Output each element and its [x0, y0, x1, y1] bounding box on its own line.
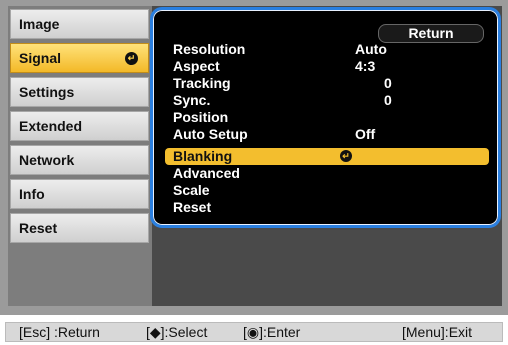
- menu-item-label: Scale: [173, 182, 210, 198]
- menu-item-auto-setup[interactable]: Auto Setup Off: [165, 126, 489, 143]
- menu-item-label: Position: [173, 109, 229, 125]
- menu-item-blanking[interactable]: Blanking ↵: [165, 148, 489, 165]
- menu-item-value: Off: [355, 126, 376, 142]
- key-guide-bar: [Esc] :Return [◆]:Select [◉]:Enter [Menu…: [0, 318, 508, 345]
- menu-item-reset[interactable]: Reset: [165, 199, 489, 216]
- menu-item-value: Auto: [355, 41, 387, 57]
- projector-menu: Image Signal ↵ Settings Extended Network …: [0, 0, 508, 315]
- menu-item-tracking[interactable]: Tracking 0: [165, 75, 489, 92]
- menu-item-label: Reset: [173, 199, 212, 215]
- menu-item-sync[interactable]: Sync. 0: [165, 92, 489, 109]
- menu-item-aspect[interactable]: Aspect 4:3: [165, 58, 489, 75]
- tab-signal[interactable]: Signal ↵: [10, 43, 149, 73]
- tab-signal-label: Signal: [19, 50, 62, 66]
- tab-settings-label: Settings: [19, 84, 75, 100]
- esc-return-hint: [Esc] :Return: [19, 324, 100, 340]
- enter-hint: [◉]:Enter: [243, 324, 301, 340]
- menu-item-label: Aspect: [173, 58, 220, 74]
- menu-item-resolution[interactable]: Resolution Auto: [165, 41, 489, 58]
- tab-settings[interactable]: Settings: [10, 77, 149, 107]
- menu-item-label: Sync.: [173, 92, 211, 108]
- tab-network[interactable]: Network: [10, 145, 149, 175]
- select-hint: [◆]:Select: [146, 324, 208, 340]
- menu-item-label: Blanking: [173, 148, 233, 164]
- menu-item-value: 0: [384, 92, 392, 108]
- menu-item-advanced[interactable]: Advanced: [165, 165, 489, 182]
- menu-item-position[interactable]: Position: [165, 109, 489, 126]
- exit-hint: [Menu]:Exit: [402, 324, 473, 340]
- menu-item-label: Tracking: [173, 75, 231, 91]
- menu-item-label: Auto Setup: [173, 126, 248, 142]
- enter-icon: ↵: [125, 52, 138, 65]
- tab-network-label: Network: [19, 152, 75, 168]
- tab-reset[interactable]: Reset: [10, 213, 149, 243]
- menu-item-value: 4:3: [355, 58, 376, 74]
- menu-tab-list: Image Signal ↵ Settings Extended Network …: [8, 6, 152, 306]
- menu-item-label: Advanced: [173, 165, 240, 181]
- tab-extended-label: Extended: [19, 118, 83, 134]
- tab-info[interactable]: Info: [10, 179, 149, 209]
- tab-extended[interactable]: Extended: [10, 111, 149, 141]
- tab-reset-label: Reset: [19, 220, 58, 236]
- enter-icon: ↵: [340, 150, 352, 162]
- menu-item-value: 0: [384, 75, 392, 91]
- menu-item-scale[interactable]: Scale: [165, 182, 489, 199]
- tab-image-label: Image: [19, 16, 60, 32]
- tab-info-label: Info: [19, 186, 45, 202]
- tab-image[interactable]: Image: [10, 9, 149, 39]
- menu-item-label: Resolution: [173, 41, 246, 57]
